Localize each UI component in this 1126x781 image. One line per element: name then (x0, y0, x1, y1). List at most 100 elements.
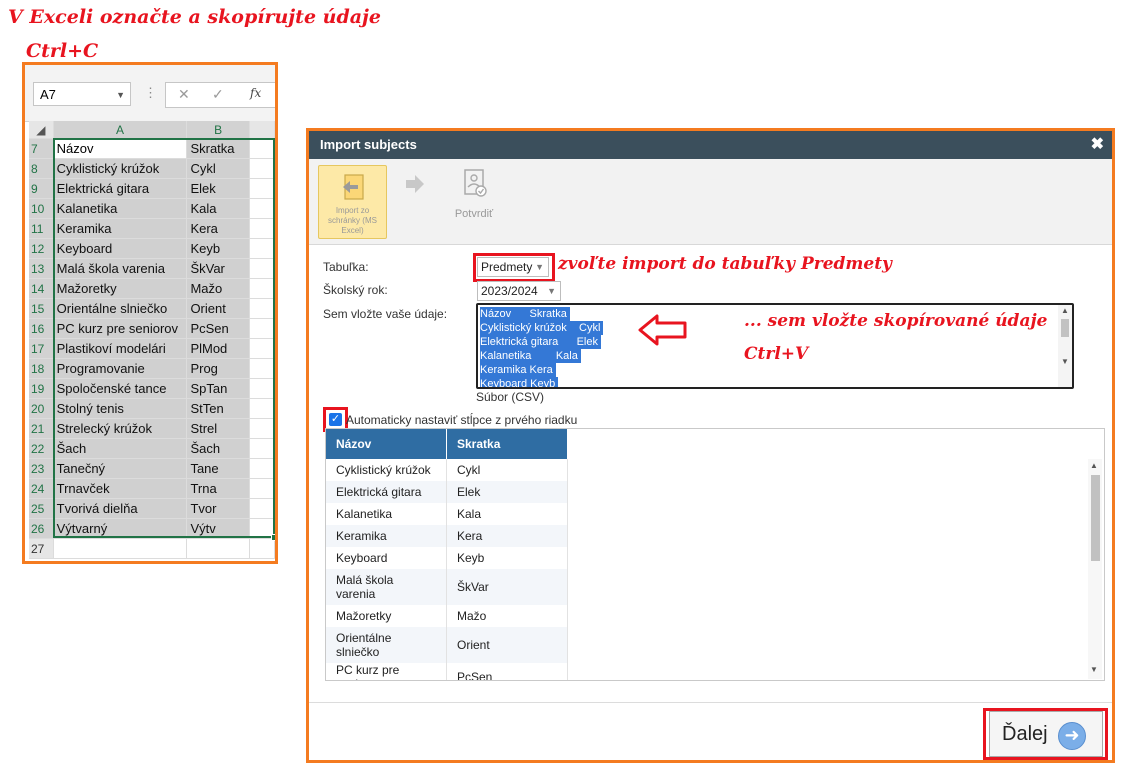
cell-empty[interactable] (249, 198, 275, 219)
preview-header-abbr[interactable]: Skratka (446, 429, 568, 459)
cell-name[interactable]: Strelecký krúžok (53, 418, 188, 439)
cell-name[interactable]: Orientálne slniečko (53, 298, 188, 319)
preview-row[interactable]: Keramika Kera (326, 525, 568, 547)
cell-name[interactable]: Malá škola varenia (53, 258, 188, 279)
cell-empty[interactable] (249, 338, 275, 359)
cell-empty[interactable] (249, 238, 275, 259)
cell-empty[interactable] (249, 418, 275, 439)
cell-abbr[interactable]: PcSen (186, 318, 250, 339)
close-icon[interactable]: ✖ (1091, 131, 1104, 159)
cell-empty[interactable] (249, 438, 275, 459)
cell-empty[interactable] (249, 538, 275, 559)
cell-abbr[interactable]: Skratka (186, 138, 250, 159)
cell-name[interactable]: Mažoretky (53, 278, 188, 299)
row-number[interactable]: 27 (29, 538, 54, 559)
confirm-button[interactable]: Potvrdiť (444, 167, 504, 220)
cancel-icon[interactable]: ✕ (178, 86, 190, 103)
preview-row[interactable]: Malá škola varenia ŠkVar (326, 569, 568, 605)
preview-row[interactable]: Mažoretky Mažo (326, 605, 568, 627)
cell-abbr[interactable]: Kala (186, 198, 250, 219)
function-icon[interactable]: fx (250, 86, 261, 100)
cell-abbr[interactable] (186, 538, 250, 559)
row-number[interactable]: 8 (29, 158, 54, 179)
cell-name[interactable]: Tvorivá dielňa (53, 498, 188, 519)
cell-name[interactable]: Trnavček (53, 478, 188, 499)
select-all-corner[interactable]: ◢ (29, 121, 54, 139)
enter-icon[interactable]: ✓ (212, 86, 224, 103)
cell-empty[interactable] (249, 158, 275, 179)
column-header-b[interactable]: B (186, 121, 250, 139)
cell-empty[interactable] (249, 258, 275, 279)
preview-row[interactable]: PC kurz pre seniorovPcSen (326, 663, 568, 680)
cell-abbr[interactable]: Trna (186, 478, 250, 499)
scroll-thumb[interactable] (1091, 475, 1100, 561)
cell-abbr[interactable]: Prog (186, 358, 250, 379)
chevron-down-icon[interactable]: ▼ (116, 83, 125, 107)
row-number[interactable]: 7 (29, 138, 54, 159)
cell-abbr[interactable]: StTen (186, 398, 250, 419)
cell-name[interactable]: Názov (53, 138, 188, 159)
cell-empty[interactable] (249, 178, 275, 199)
cell-empty[interactable] (249, 318, 275, 339)
row-number[interactable]: 24 (29, 478, 54, 499)
column-header-a[interactable]: A (53, 121, 188, 139)
row-number[interactable]: 10 (29, 198, 54, 219)
file-csv-label[interactable]: Súbor (CSV) (476, 390, 544, 404)
cell-abbr[interactable]: Tane (186, 458, 250, 479)
row-number[interactable]: 17 (29, 338, 54, 359)
column-header-c[interactable] (249, 121, 275, 139)
cell-abbr[interactable]: ŠkVar (186, 258, 250, 279)
scroll-up-icon[interactable]: ▲ (1090, 461, 1098, 470)
row-number[interactable]: 13 (29, 258, 54, 279)
school-year-select[interactable]: 2023/2024 ▼ (477, 281, 561, 301)
preview-row[interactable]: Orientálne slniečko Orient (326, 627, 568, 663)
cell-empty[interactable] (249, 498, 275, 519)
cell-name[interactable]: Výtvarný (53, 518, 188, 539)
row-number[interactable]: 16 (29, 318, 54, 339)
cell-name[interactable]: Elektrická gitara (53, 178, 188, 199)
cell-name[interactable]: Stolný tenis (53, 398, 188, 419)
fill-handle[interactable] (271, 534, 275, 541)
cell-name[interactable]: Keyboard (53, 238, 188, 259)
preview-scrollbar[interactable]: ▲ ▼ (1088, 459, 1102, 679)
cell-name[interactable]: Plastikoví modelári (53, 338, 188, 359)
row-number[interactable]: 20 (29, 398, 54, 419)
cell-name[interactable]: PC kurz pre seniorov (53, 318, 188, 339)
cell-name[interactable]: Cyklistický krúžok (53, 158, 188, 179)
row-number[interactable]: 11 (29, 218, 54, 239)
cell-empty[interactable] (249, 478, 275, 499)
textarea-scrollbar[interactable]: ▲ ▼ (1058, 305, 1072, 387)
scroll-up-icon[interactable]: ▲ (1061, 306, 1069, 315)
cell-abbr[interactable]: Kera (186, 218, 250, 239)
cell-empty[interactable] (249, 218, 275, 239)
cell-empty[interactable] (249, 138, 275, 159)
cell-name[interactable]: Programovanie (53, 358, 188, 379)
row-number[interactable]: 14 (29, 278, 54, 299)
cell-empty[interactable] (249, 458, 275, 479)
preview-row[interactable]: Cyklistický krúžok Cykl (326, 459, 568, 481)
cell-name[interactable]: Keramika (53, 218, 188, 239)
row-number[interactable]: 19 (29, 378, 54, 399)
cell-abbr[interactable]: Šach (186, 438, 250, 459)
cell-abbr[interactable]: Mažo (186, 278, 250, 299)
cell-empty[interactable] (249, 298, 275, 319)
import-clipboard-button[interactable]: Import zo schránky (MS Excel) (318, 165, 387, 239)
preview-row[interactable]: Keyboard Keyb (326, 547, 568, 569)
cell-empty[interactable] (249, 398, 275, 419)
row-number[interactable]: 22 (29, 438, 54, 459)
row-number[interactable]: 26 (29, 518, 54, 539)
row-number[interactable]: 9 (29, 178, 54, 199)
cell-abbr[interactable]: Cykl (186, 158, 250, 179)
cell-abbr[interactable]: Elek (186, 178, 250, 199)
scroll-down-icon[interactable]: ▼ (1090, 665, 1098, 674)
row-number[interactable]: 12 (29, 238, 54, 259)
cell-name[interactable]: Šach (53, 438, 188, 459)
row-number[interactable]: 25 (29, 498, 54, 519)
preview-row[interactable]: Kalanetika Kala (326, 503, 568, 525)
cell-empty[interactable] (249, 378, 275, 399)
cell-name[interactable]: Spoločenské tance (53, 378, 188, 399)
row-number[interactable]: 21 (29, 418, 54, 439)
cell-abbr[interactable]: Orient (186, 298, 250, 319)
cell-abbr[interactable]: Výtv (186, 518, 250, 539)
cell-abbr[interactable]: Tvor (186, 498, 250, 519)
